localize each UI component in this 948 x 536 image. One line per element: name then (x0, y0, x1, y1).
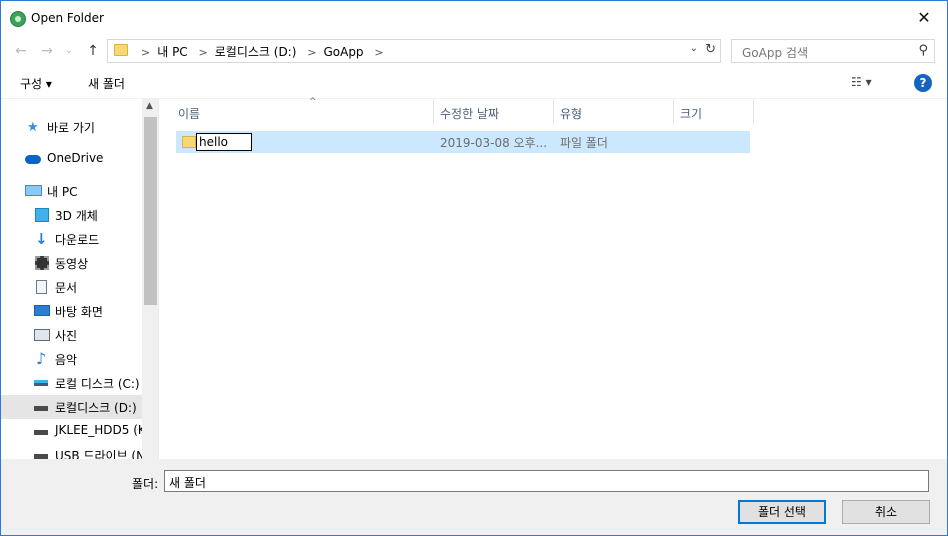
sidebar-item-pictures[interactable]: 사진 (1, 323, 142, 347)
computer-icon (25, 185, 42, 196)
sidebar-item-label: 다운로드 (55, 233, 100, 247)
cube-icon (35, 208, 49, 222)
search-icon: ⚲ (918, 43, 928, 58)
window-title: Open Folder (31, 11, 104, 25)
table-row[interactable]: hello 2019-03-08 오후... 파일 폴더 (176, 131, 750, 153)
open-folder-dialog: Open Folder ✕ ← → ⌄ ↑ > 내 PC > 로컬디스크 (D:) … (0, 0, 948, 536)
breadcrumb-item[interactable]: GoApp (323, 45, 363, 59)
sidebar-item-label: 바로 가기 (47, 121, 95, 135)
sidebar-item-onedrive[interactable]: OneDrive (1, 147, 142, 171)
column-header-name[interactable]: 이름 ^ (172, 97, 434, 125)
folder-icon (182, 136, 196, 148)
sidebar-item-this-pc[interactable]: 내 PC (1, 179, 142, 203)
breadcrumb: > 내 PC > 로컬디스크 (D:) > GoApp > (141, 45, 384, 59)
folder-label: 폴더: (132, 477, 159, 491)
search-placeholder: GoApp 검색 (742, 46, 808, 60)
sidebar-item-label: USB 드라이브 (N (55, 449, 142, 459)
sidebar-item-3d-objects[interactable]: 3D 개체 (1, 203, 142, 227)
sidebar-item-downloads[interactable]: ↓ 다운로드 (1, 227, 142, 251)
sidebar-item-usb-drive[interactable]: USB 드라이브 (N (1, 443, 142, 459)
sidebar-item-desktop[interactable]: 바탕 화면 (1, 299, 142, 323)
download-icon: ↓ (35, 230, 48, 248)
address-bar[interactable]: > 내 PC > 로컬디스크 (D:) > GoApp > ⌄ ↻ (107, 39, 721, 63)
sidebar-item-documents[interactable]: 문서 (1, 275, 142, 299)
column-header-type[interactable]: 유형 (554, 99, 674, 125)
sidebar-item-jklee-hdd5[interactable]: JKLEE_HDD5 (K: (1, 419, 142, 443)
picture-icon (34, 329, 50, 341)
title-bar: Open Folder ✕ (1, 3, 947, 33)
sidebar-item-videos[interactable]: 동영상 (1, 251, 142, 275)
scrollbar-thumb[interactable] (144, 117, 157, 305)
forward-icon[interactable]: → (37, 41, 57, 61)
sidebar-item-label: 동영상 (55, 257, 89, 271)
command-bar: 구성 ▾ 새 폴더 ☷ ▾ ? (1, 67, 947, 99)
column-header-label: 이름 (178, 107, 201, 121)
folder-icon (114, 44, 128, 56)
new-folder-button[interactable]: 새 폴더 (88, 75, 125, 92)
sidebar-item-label: 로컬디스크 (D:) (55, 401, 137, 415)
column-header-label: 크기 (680, 107, 703, 121)
sidebar-item-quick-access[interactable]: ★ 바로 가기 (1, 115, 142, 139)
row-modified: 2019-03-08 오후... (440, 136, 548, 150)
search-input[interactable]: GoApp 검색 ⚲ (731, 39, 935, 63)
address-dropdown-icon[interactable]: ⌄ (690, 43, 698, 54)
column-header-label: 수정한 날짜 (440, 107, 500, 121)
sort-ascending-icon: ^ (309, 97, 317, 107)
recent-locations-icon[interactable]: ⌄ (59, 41, 79, 61)
drive-icon (34, 430, 48, 435)
sidebar-item-label: 3D 개체 (55, 209, 98, 223)
breadcrumb-item[interactable]: 로컬디스크 (D:) (215, 45, 297, 59)
desktop-icon (34, 305, 50, 316)
file-list: 이름 ^ 수정한 날짜 유형 크기 hello 2019-03-08 오후...… (160, 97, 947, 459)
sidebar-item-label: 사진 (55, 329, 78, 343)
windows-drive-icon (34, 380, 48, 386)
sidebar-item-label: 음악 (55, 353, 78, 367)
help-icon[interactable]: ? (914, 74, 932, 92)
back-icon[interactable]: ← (11, 41, 31, 61)
document-icon (36, 280, 47, 294)
music-icon: ♪ (36, 349, 47, 368)
select-folder-button[interactable]: 폴더 선택 (738, 500, 826, 524)
navigation-scrollbar[interactable]: ▲ (142, 99, 158, 459)
film-icon (35, 256, 49, 270)
rename-input[interactable]: hello (196, 133, 252, 151)
sidebar-item-local-disk-c[interactable]: 로컬 디스크 (C:) (1, 371, 142, 395)
sidebar-item-label: 로컬 디스크 (C:) (55, 377, 140, 391)
drive-icon (34, 406, 48, 411)
refresh-icon[interactable]: ↻ (705, 42, 716, 57)
sidebar-item-local-disk-d[interactable]: 로컬디스크 (D:) (1, 395, 142, 419)
cancel-button[interactable]: 취소 (842, 500, 930, 524)
folder-name-field[interactable]: 새 폴더 (164, 470, 929, 492)
breadcrumb-item[interactable]: 내 PC (157, 45, 187, 59)
dialog-footer: 폴더: 새 폴더 폴더 선택 취소 (1, 459, 947, 535)
cloud-icon (25, 155, 41, 164)
app-icon (10, 11, 26, 27)
sidebar-item-label: 문서 (55, 281, 78, 295)
star-icon: ★ (27, 120, 39, 135)
navigation-pane: ★ 바로 가기 OneDrive 내 PC 3D 개체 ↓ 다운로드 동영상 문… (1, 99, 159, 459)
sidebar-item-label: 바탕 화면 (55, 305, 103, 319)
column-header-size[interactable]: 크기 (674, 99, 754, 125)
row-type: 파일 폴더 (560, 136, 608, 150)
column-header-modified[interactable]: 수정한 날짜 (434, 99, 554, 125)
scroll-up-icon[interactable]: ▲ (146, 101, 153, 111)
sidebar-item-music[interactable]: ♪ 음악 (1, 347, 142, 371)
sidebar-item-label: 내 PC (47, 185, 78, 199)
sidebar-item-label: JKLEE_HDD5 (K: (55, 423, 142, 437)
up-icon[interactable]: ↑ (83, 41, 103, 61)
organize-button[interactable]: 구성 ▾ (20, 75, 52, 92)
view-options-button[interactable]: ☷ ▾ (851, 75, 872, 89)
navigation-bar: ← → ⌄ ↑ > 내 PC > 로컬디스크 (D:) > GoApp > ⌄ ↻ G… (1, 35, 947, 67)
column-header-label: 유형 (560, 107, 583, 121)
close-button[interactable]: ✕ (901, 3, 947, 33)
sidebar-item-label: OneDrive (47, 151, 104, 165)
